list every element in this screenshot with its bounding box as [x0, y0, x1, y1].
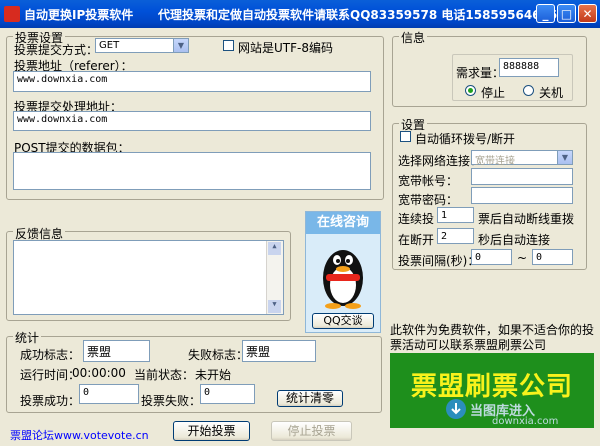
account-label: 宽带帐号： — [398, 174, 459, 188]
success-flag-label: 成功标志： — [20, 348, 81, 362]
demand-input[interactable]: 888888 — [499, 58, 559, 77]
vote-success-label: 投票成功： — [20, 394, 81, 408]
stop-vote-button[interactable]: 停止投票 — [271, 421, 352, 441]
free-software-notice: 此软件为免费软件，如果不适合你的投票活动可以联系票盟刷票公司 — [390, 323, 595, 352]
handler-address-input[interactable]: www.downxia.com — [13, 111, 371, 131]
fail-flag-label: 失败标志： — [188, 348, 249, 362]
status-value: 未开始 — [195, 368, 232, 382]
account-input[interactable] — [471, 168, 573, 185]
vote-address-input[interactable]: www.downxia.com — [13, 71, 371, 92]
utf8-checkbox[interactable] — [223, 40, 234, 51]
watermark-url: downxia.com — [492, 416, 559, 427]
shutdown-radio[interactable] — [523, 85, 534, 96]
promo-banner-text: 票盟刷票公司 — [410, 372, 573, 402]
scroll-up-icon[interactable]: ▲ — [268, 242, 281, 255]
network-value: 宽带连接 — [475, 156, 515, 167]
method-select[interactable]: GET ▼ — [95, 38, 189, 53]
vote-fail-value: 0 — [200, 384, 255, 404]
post-data-textarea[interactable] — [13, 152, 371, 190]
scroll-down-icon[interactable]: ▼ — [268, 300, 281, 313]
continue-suffix: 票后自动断线重拨 — [478, 212, 575, 226]
chevron-down-icon[interactable]: ▼ — [173, 39, 188, 52]
fail-flag-input[interactable]: 票盟 — [242, 340, 316, 362]
stats-label: 统计 — [13, 329, 42, 346]
minimize-button[interactable]: _ — [536, 4, 555, 23]
close-button[interactable]: ✕ — [578, 4, 597, 23]
qq-penguin-icon — [323, 250, 363, 309]
demand-label: 需求量： — [456, 66, 505, 80]
info-label: 信息 — [399, 29, 428, 46]
password-label: 宽带密码： — [398, 193, 459, 207]
stats-clear-button[interactable]: 统计清零 — [277, 390, 343, 407]
app-icon — [4, 6, 20, 22]
download-watermark-icon — [446, 399, 466, 419]
continue-input[interactable]: 1 — [437, 207, 474, 223]
chevron-down-icon[interactable]: ▼ — [557, 151, 572, 164]
runtime-value: 00:00:00 — [72, 366, 126, 380]
network-label: 选择网络连接： — [398, 154, 483, 168]
disconnect-input[interactable]: 2 — [437, 228, 474, 244]
interval-separator: ~ — [517, 251, 528, 265]
continue-label: 连续投 — [398, 212, 435, 226]
window-title: 自动更换IP投票软件 — [24, 8, 134, 22]
title-contact-info: 代理投票和定做自动投票软件请联系QQ83359578 电话15859564635 — [158, 8, 558, 22]
qq-header: 在线咨询 — [306, 212, 380, 234]
auto-dial-label: 自动循环拨号/断开 — [415, 132, 516, 146]
disconnect-suffix: 秒后自动连接 — [478, 233, 551, 247]
qq-chat-button[interactable]: QQ交谈 — [312, 313, 374, 329]
status-label: 当前状态： — [134, 368, 195, 382]
forum-link[interactable]: 票盟论坛www.votevote.cn — [10, 427, 149, 443]
success-flag-input[interactable]: 票盟 — [83, 340, 150, 362]
password-input[interactable] — [471, 187, 573, 204]
interval-to-input[interactable]: 0 — [532, 249, 573, 265]
auto-dial-checkbox[interactable] — [400, 131, 411, 142]
maximize-button[interactable]: □ — [557, 4, 576, 23]
runtime-label: 运行时间： — [20, 368, 81, 382]
method-label: 投票提交方式： — [14, 43, 99, 57]
network-select[interactable]: 宽带连接 ▼ — [471, 150, 573, 167]
vote-success-value: 0 — [79, 384, 139, 404]
interval-from-input[interactable]: 0 — [471, 249, 512, 265]
shutdown-label: 关机 — [539, 86, 564, 100]
interval-label: 投票间隔(秒)： — [398, 254, 480, 268]
feedback-scrollbar[interactable]: ▲ ▼ — [266, 241, 283, 314]
method-value: GET — [99, 40, 120, 51]
stop-radio[interactable] — [465, 85, 476, 96]
utf8-label: 网站是UTF-8编码 — [238, 41, 333, 55]
feedback-textarea[interactable]: ▲ ▼ — [13, 240, 284, 315]
start-vote-button[interactable]: 开始投票 — [173, 421, 250, 441]
stop-label: 停止 — [481, 86, 506, 100]
vote-fail-label: 投票失败： — [141, 394, 202, 408]
disconnect-label: 在断开 — [398, 233, 435, 247]
